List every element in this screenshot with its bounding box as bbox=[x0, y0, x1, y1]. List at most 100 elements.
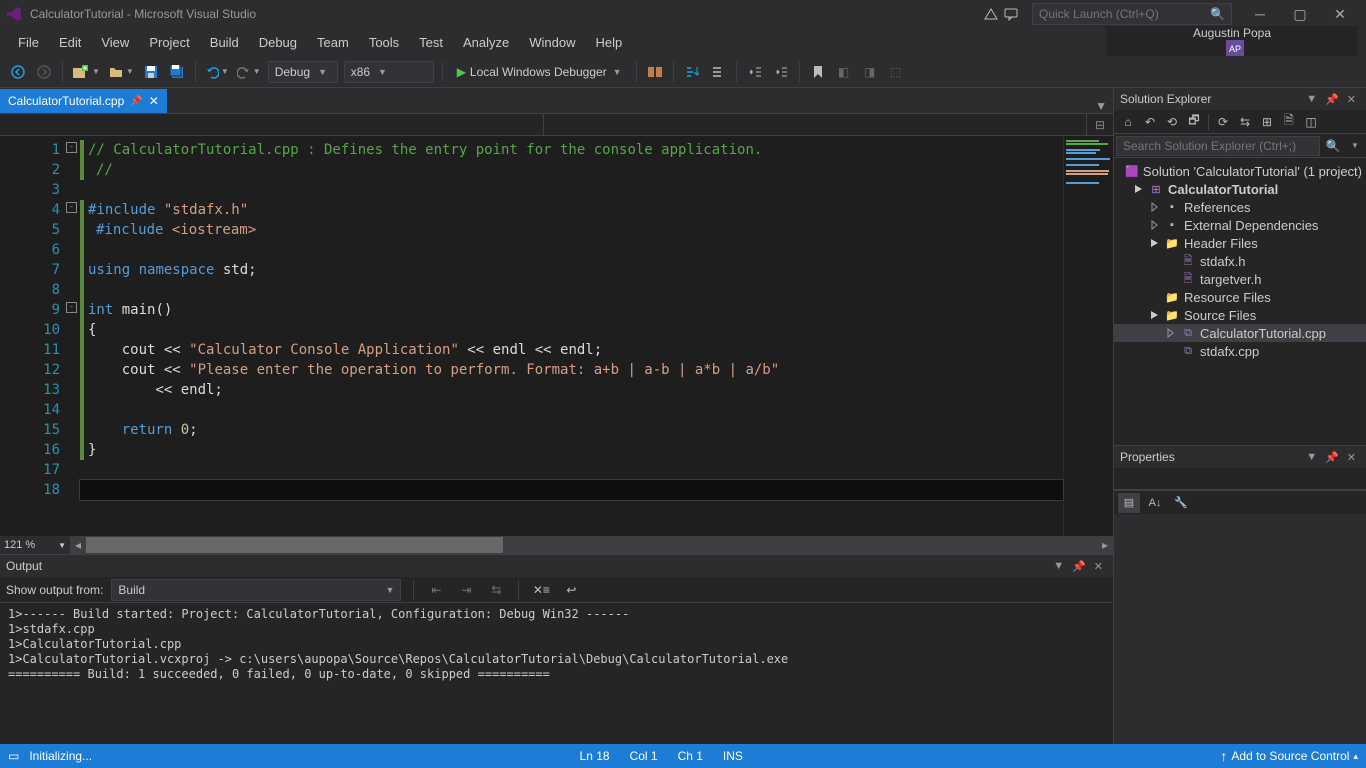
props-wrench-icon[interactable]: 🔧 bbox=[1170, 493, 1192, 513]
status-ins[interactable]: INS bbox=[713, 749, 753, 763]
props-alpha-icon[interactable]: A↓ bbox=[1144, 493, 1166, 513]
search-dropdown-icon[interactable]: ▼ bbox=[1344, 141, 1366, 150]
tree-node[interactable]: 🗎targetver.h bbox=[1114, 270, 1366, 288]
se-properties-icon[interactable]: 🗎 bbox=[1279, 112, 1299, 132]
tree-node[interactable]: 📁Resource Files bbox=[1114, 288, 1366, 306]
pin-icon[interactable]: 📌 bbox=[130, 96, 142, 107]
quick-launch-input[interactable] bbox=[1039, 7, 1189, 21]
tree-node[interactable]: 📁Source Files bbox=[1114, 306, 1366, 324]
se-refresh-icon[interactable]: ⟳ bbox=[1213, 112, 1233, 132]
minimap[interactable] bbox=[1063, 136, 1113, 536]
toolbar-btn-b[interactable]: ◨ bbox=[858, 60, 882, 84]
menu-analyze[interactable]: Analyze bbox=[453, 31, 519, 54]
output-btn-1[interactable]: ⇤ bbox=[424, 578, 448, 602]
props-categorized-icon[interactable]: ▤ bbox=[1118, 493, 1140, 513]
tree-node[interactable]: 📁Header Files bbox=[1114, 234, 1366, 252]
se-back-icon[interactable]: ↶ bbox=[1140, 112, 1160, 132]
se-preview-icon[interactable]: ◫ bbox=[1301, 112, 1321, 132]
bookmark-icon[interactable] bbox=[806, 60, 830, 84]
zoom-level[interactable]: 121 %▼ bbox=[0, 536, 70, 554]
menu-view[interactable]: View bbox=[91, 31, 139, 54]
tree-node[interactable]: ⧉stdafx.cpp bbox=[1114, 342, 1366, 360]
config-dropdown[interactable]: Debug▼ bbox=[268, 61, 338, 83]
status-ch[interactable]: Ch 1 bbox=[668, 749, 713, 763]
props-pin-icon[interactable]: 📌 bbox=[1321, 451, 1343, 464]
horizontal-scrollbar[interactable]: ◂ ▸ bbox=[70, 537, 1113, 553]
panel-close-icon[interactable]: ✕ bbox=[1090, 560, 1107, 573]
se-toolbar: ⌂ ↶ ⟲ 🗗 ⟳ ⇆ ⊞ 🗎 ◫ bbox=[1114, 110, 1366, 134]
menu-build[interactable]: Build bbox=[200, 31, 249, 54]
save-all-icon[interactable] bbox=[165, 60, 189, 84]
props-close-icon[interactable]: ✕ bbox=[1343, 451, 1360, 464]
status-col[interactable]: Col 1 bbox=[620, 749, 668, 763]
toolbar-btn-a[interactable]: ◧ bbox=[832, 60, 856, 84]
step-over-icon[interactable] bbox=[706, 60, 730, 84]
tree-node[interactable]: 🗎stdafx.h bbox=[1114, 252, 1366, 270]
menu-tools[interactable]: Tools bbox=[359, 31, 409, 54]
se-collapse-icon[interactable]: ⇆ bbox=[1235, 112, 1255, 132]
menu-edit[interactable]: Edit bbox=[49, 31, 91, 54]
tab-overflow-icon[interactable]: ▼ bbox=[1089, 99, 1113, 113]
scope-dropdown[interactable] bbox=[0, 114, 544, 135]
se-showall-icon[interactable]: ⊞ bbox=[1257, 112, 1277, 132]
redo-icon[interactable]: ▼ bbox=[234, 60, 264, 84]
tree-node[interactable]: ▪References bbox=[1114, 198, 1366, 216]
menu-file[interactable]: File bbox=[8, 31, 49, 54]
feedback-icon[interactable] bbox=[1004, 7, 1018, 21]
se-sync-icon[interactable]: ⟲ bbox=[1162, 112, 1182, 132]
search-icon[interactable]: 🔍 bbox=[1322, 139, 1344, 153]
output-btn-3[interactable]: ⇆ bbox=[484, 578, 508, 602]
menu-team[interactable]: Team bbox=[307, 31, 359, 54]
menu-help[interactable]: Help bbox=[586, 31, 633, 54]
maximize-button[interactable]: ▢ bbox=[1280, 0, 1320, 28]
tree-node[interactable]: ⊞CalculatorTutorial bbox=[1114, 180, 1366, 198]
output-source-dropdown[interactable]: Build▼ bbox=[111, 579, 401, 601]
se-pin-icon[interactable]: 📌 bbox=[1321, 93, 1343, 106]
notification-icon[interactable] bbox=[984, 7, 998, 21]
source-control-button[interactable]: ↑ Add to Source Control ▴ bbox=[1220, 748, 1358, 764]
split-icon[interactable]: ⊟ bbox=[1087, 114, 1113, 135]
menu-test[interactable]: Test bbox=[409, 31, 453, 54]
user-name[interactable]: Augustin Popa bbox=[1193, 26, 1271, 40]
se-dropdown-icon[interactable]: ▼ bbox=[1302, 93, 1321, 105]
close-button[interactable]: ✕ bbox=[1320, 0, 1360, 28]
se-home-icon[interactable]: ⌂ bbox=[1118, 112, 1138, 132]
menu-debug[interactable]: Debug bbox=[249, 31, 307, 54]
minimize-button[interactable]: ─ bbox=[1240, 0, 1280, 28]
step-into-icon[interactable] bbox=[680, 60, 704, 84]
solution-tree[interactable]: 🟪Solution 'CalculatorTutorial' (1 projec… bbox=[1114, 158, 1366, 445]
clear-output-icon[interactable]: ✕≡ bbox=[529, 578, 553, 602]
menu-project[interactable]: Project bbox=[139, 31, 199, 54]
toolbar-btn-1[interactable] bbox=[643, 60, 667, 84]
new-project-icon[interactable]: ▼ bbox=[69, 60, 103, 84]
status-line[interactable]: Ln 18 bbox=[570, 749, 620, 763]
props-dropdown-icon[interactable]: ▼ bbox=[1302, 451, 1321, 463]
tab-close-icon[interactable]: ✕ bbox=[149, 94, 159, 108]
platform-dropdown[interactable]: x86▼ bbox=[344, 61, 434, 83]
nav-fwd-icon[interactable] bbox=[32, 60, 56, 84]
open-file-icon[interactable]: ▼ bbox=[105, 60, 137, 84]
undo-icon[interactable]: ▼ bbox=[202, 60, 232, 84]
panel-dropdown-icon[interactable]: ▼ bbox=[1049, 560, 1068, 572]
tree-node[interactable]: ⧉CalculatorTutorial.cpp bbox=[1114, 324, 1366, 342]
tree-node[interactable]: 🟪Solution 'CalculatorTutorial' (1 projec… bbox=[1114, 162, 1366, 180]
menu-window[interactable]: Window bbox=[519, 31, 585, 54]
start-debugging-button[interactable]: ▶Local Windows Debugger▼ bbox=[449, 60, 630, 84]
indent-more-icon[interactable] bbox=[769, 60, 793, 84]
tree-node[interactable]: ▪External Dependencies bbox=[1114, 216, 1366, 234]
indent-less-icon[interactable] bbox=[743, 60, 767, 84]
save-icon[interactable] bbox=[139, 60, 163, 84]
quick-launch-search[interactable]: 🔍 bbox=[1032, 3, 1232, 25]
se-search-input[interactable] bbox=[1116, 136, 1320, 156]
output-text[interactable]: 1>------ Build started: Project: Calcula… bbox=[0, 603, 1113, 744]
se-btn4[interactable]: 🗗 bbox=[1184, 112, 1204, 132]
editor-tab-active[interactable]: CalculatorTutorial.cpp 📌 ✕ bbox=[0, 89, 167, 113]
member-dropdown[interactable] bbox=[544, 114, 1088, 135]
output-btn-2[interactable]: ⇥ bbox=[454, 578, 478, 602]
nav-back-icon[interactable] bbox=[6, 60, 30, 84]
panel-pin-icon[interactable]: 📌 bbox=[1068, 560, 1090, 573]
toolbar-btn-c[interactable]: ⬚ bbox=[884, 60, 908, 84]
code-editor[interactable]: -// CalculatorTutorial.cpp : Defines the… bbox=[80, 136, 1063, 536]
toggle-wrap-icon[interactable]: ↩ bbox=[559, 578, 583, 602]
se-close-icon[interactable]: ✕ bbox=[1343, 93, 1360, 106]
